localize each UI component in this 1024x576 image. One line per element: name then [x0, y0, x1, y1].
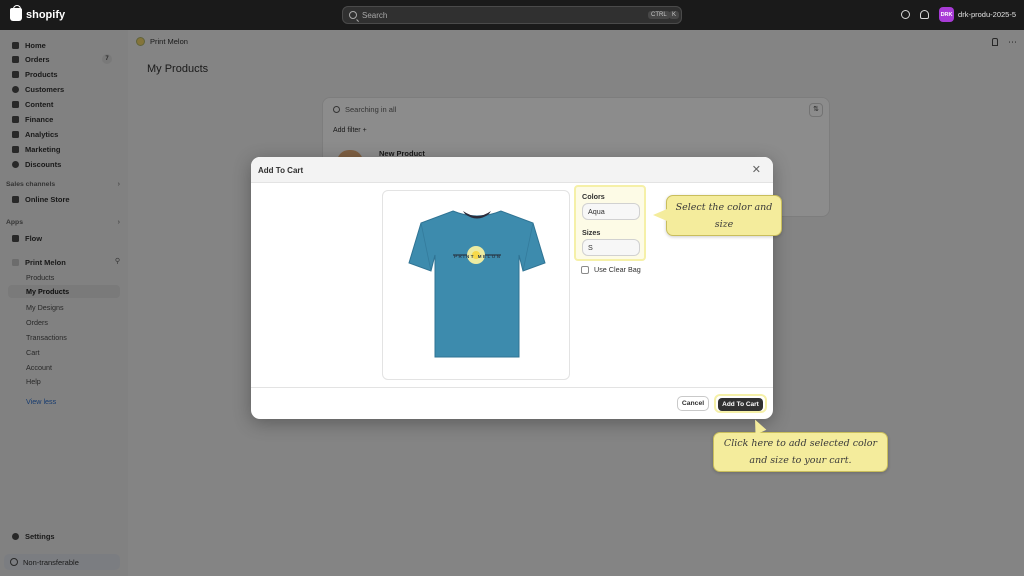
clear-bag-checkbox[interactable]: [581, 265, 589, 274]
colors-label: Colors: [582, 192, 605, 201]
shirt-print-text: PRINT MELON: [454, 254, 500, 259]
clear-bag-label: Use Clear Bag: [594, 265, 641, 274]
store-avatar: DRK: [939, 7, 955, 22]
modal-header: Add To Cart ✕: [251, 157, 773, 183]
shopify-bag-icon: [10, 5, 22, 21]
product-image-box: PRINT MELON: [382, 190, 570, 380]
store-name: drk-produ-2025-5: [958, 10, 1016, 19]
select-options-callout: Select the color and size: [653, 195, 782, 236]
shortcut-k-key: K: [669, 11, 680, 19]
close-icon[interactable]: ✕: [752, 163, 761, 176]
database-icon[interactable]: [901, 10, 911, 19]
variant-options-highlight: Colors Aqua Sizes S: [574, 185, 646, 261]
tshirt-image: PRINT MELON: [408, 210, 546, 358]
brand-name: shopify: [26, 8, 66, 21]
store-switcher[interactable]: DRK drk-produ-2025-5: [939, 7, 1016, 22]
shortcut-ctrl-key: CTRL: [648, 11, 670, 19]
modal-footer: Cancel Add To Cart: [251, 387, 773, 419]
shopify-logo[interactable]: shopify: [10, 5, 66, 21]
add-to-cart-highlight: Add To Cart: [714, 394, 767, 413]
color-select[interactable]: Aqua: [582, 203, 640, 220]
global-search-input[interactable]: Search CTRL K: [342, 6, 682, 24]
cancel-button[interactable]: Cancel: [677, 396, 709, 411]
search-placeholder: Search: [362, 10, 388, 20]
search-icon: [349, 11, 357, 19]
top-actions: DRK drk-produ-2025-5: [901, 7, 1016, 22]
clear-bag-option[interactable]: Use Clear Bag: [581, 265, 641, 274]
sizes-label: Sizes: [582, 228, 601, 237]
add-to-cart-callout: Click here to add selected color and siz…: [713, 432, 888, 472]
add-to-cart-button[interactable]: Add To Cart: [718, 398, 763, 411]
size-select[interactable]: S: [582, 239, 640, 256]
bell-icon[interactable]: [920, 10, 930, 19]
modal-title: Add To Cart: [258, 166, 304, 175]
top-bar: shopify Search CTRL K DRK drk-produ-2025…: [0, 0, 1024, 30]
